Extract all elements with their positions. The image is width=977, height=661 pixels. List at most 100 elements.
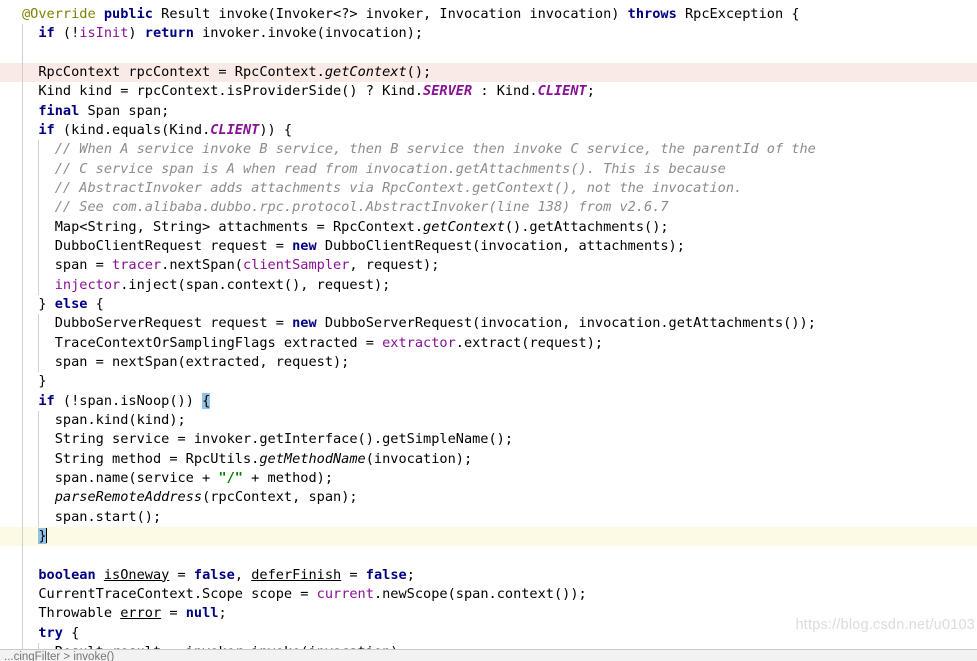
token-plain: Result invoke(Invoker<?> invoker, Invoca…: [152, 6, 628, 22]
code-line[interactable]: // C service span is A when read from in…: [0, 159, 977, 179]
code-line-text: TraceContextOrSamplingFlags extracted = …: [0, 334, 603, 353]
code-line[interactable]: String service = invoker.getInterface().…: [0, 430, 977, 450]
token-plain: span.start();: [22, 508, 162, 525]
code-lines-container[interactable]: @Override public Result invoke(Invoker<?…: [0, 0, 977, 649]
code-line-text: try {: [0, 624, 79, 643]
token-plain: DubboServerRequest(invocation, invocatio…: [316, 315, 816, 332]
token-kw: throws: [627, 6, 677, 22]
token-plain: }: [22, 373, 47, 390]
token-plain: DubboClientRequest(invocation, attachmen…: [316, 237, 685, 254]
code-line[interactable]: }: [0, 526, 977, 547]
code-line[interactable]: injector.inject(span.context(), request)…: [0, 275, 977, 295]
code-line[interactable]: if (kind.equals(Kind.CLIENT)) {: [0, 120, 977, 141]
token-kw: new: [292, 315, 317, 332]
code-line[interactable]: span.start();: [0, 507, 977, 527]
code-line-text: String service = invoker.getInterface().…: [0, 430, 513, 449]
token-plain: (kind.equals(Kind.: [54, 121, 211, 138]
token-plain: }: [22, 295, 55, 312]
code-line-text: // When A service invoke B service, then…: [0, 140, 816, 159]
token-plain: Map<String, String> attachments = RpcCon…: [22, 218, 424, 235]
code-line[interactable]: }: [0, 372, 977, 392]
code-line[interactable]: span.kind(kind);: [0, 410, 977, 431]
code-line-text: parseRemoteAddress(rpcContext, span);: [0, 488, 358, 507]
watermark-text: https://blog.csdn.net/u0103: [795, 617, 975, 633]
code-line[interactable]: span.name(service + "/" + method);: [0, 468, 977, 489]
token-kw: false: [193, 566, 235, 583]
code-line[interactable]: DubboClientRequest request = new DubboCl…: [0, 236, 977, 257]
token-plain: .inject(span.context(), request);: [120, 276, 391, 293]
token-ann: @Override: [22, 6, 96, 22]
code-line[interactable]: if (!isInit) return invoker.invoke(invoc…: [0, 24, 977, 44]
code-editor[interactable]: @Override public Result invoke(Invoker<?…: [0, 0, 977, 649]
token-plain: ;: [406, 566, 415, 583]
token-stm: getContext: [423, 218, 505, 235]
token-cmt: // See com.alibaba.dubbo.rpc.protocol.Ab…: [22, 199, 669, 216]
token-plain: ,: [234, 566, 252, 583]
token-kw: new: [292, 237, 317, 254]
token-plain: RpcException {: [676, 6, 800, 22]
indent-guide: [22, 43, 23, 63]
code-line-text: span.start();: [0, 508, 161, 527]
token-kw: if: [38, 121, 55, 138]
code-line[interactable]: [0, 546, 977, 566]
code-line[interactable]: [0, 43, 977, 63]
token-und: isOneway: [103, 566, 170, 583]
token-kw: final: [38, 102, 80, 119]
token-plain: ): [128, 25, 145, 42]
code-line[interactable]: DubboServerRequest request = new DubboSe…: [0, 314, 977, 334]
code-line[interactable]: final Span span;: [0, 101, 977, 121]
code-line[interactable]: } else {: [0, 294, 977, 315]
code-line[interactable]: Map<String, String> attachments = RpcCon…: [0, 217, 977, 237]
token-plain: String method = RpcUtils.: [22, 450, 260, 467]
token-fld: clientSampler: [242, 257, 350, 274]
code-line-text: if (kind.equals(Kind.CLIENT)) {: [0, 121, 292, 140]
code-line[interactable]: // When A service invoke B service, then…: [0, 140, 977, 160]
code-line[interactable]: parseRemoteAddress(rpcContext, span);: [0, 488, 977, 508]
token-plain: TraceContextOrSamplingFlags extracted =: [22, 334, 383, 351]
code-line-text: CurrentTraceContext.Scope scope = curren…: [0, 585, 586, 604]
code-line[interactable]: CurrentTraceContext.Scope scope = curren…: [0, 584, 977, 605]
token-plain: span.kind(kind);: [22, 411, 186, 428]
token-stat: CLIENT: [210, 121, 260, 138]
token-cmt: // C service span is A when read from in…: [22, 160, 726, 177]
token-plain: : Kind.: [472, 83, 538, 100]
code-line[interactable]: if (!span.isNoop()) {: [0, 391, 977, 411]
code-line[interactable]: @Override public Result invoke(Invoker<?…: [0, 5, 977, 24]
code-line[interactable]: span = tracer.nextSpan(clientSampler, re…: [0, 256, 977, 276]
token-plain: =: [169, 566, 194, 583]
code-line-text: span = tracer.nextSpan(clientSampler, re…: [0, 256, 440, 275]
token-plain: , request);: [349, 257, 440, 274]
token-plain: ;: [586, 83, 595, 100]
code-line-text: span = nextSpan(extracted, request);: [0, 353, 350, 372]
token-plain: CurrentTraceContext.Scope scope =: [22, 585, 317, 602]
token-plain: =: [161, 605, 186, 622]
code-line[interactable]: // See com.alibaba.dubbo.rpc.protocol.Ab…: [0, 198, 977, 218]
token-stm: getMethodName: [259, 450, 366, 467]
token-kw: false: [365, 566, 407, 583]
code-line[interactable]: span = nextSpan(extracted, request);: [0, 352, 977, 373]
indent-guide: [22, 546, 23, 566]
token-kw: try: [38, 624, 63, 641]
code-line[interactable]: boolean isOneway = false, deferFinish = …: [0, 565, 977, 585]
code-line[interactable]: RpcContext rpcContext = RpcContext.getCo…: [0, 62, 977, 83]
token-plain: invoker.invoke(invocation);: [193, 25, 424, 42]
token-fld: injector: [54, 276, 121, 293]
token-plain: Throwable: [22, 605, 121, 622]
code-line[interactable]: // AbstractInvoker adds attachments via …: [0, 178, 977, 199]
token-plain: DubboClientRequest request =: [22, 237, 293, 254]
token-kw: public: [103, 6, 153, 22]
token-brace-hl: {: [202, 392, 211, 409]
code-line-text: } else {: [0, 295, 104, 314]
breadcrumb[interactable]: ...cingFilter > invoke(): [4, 651, 114, 661]
code-line[interactable]: TraceContextOrSamplingFlags extracted = …: [0, 333, 977, 353]
token-stat: SERVER: [423, 83, 473, 100]
token-plain: Kind kind = rpcContext.isProviderSide() …: [22, 83, 424, 100]
code-line[interactable]: String method = RpcUtils.getMethodName(i…: [0, 449, 977, 469]
token-cmt: // AbstractInvoker adds attachments via …: [22, 179, 743, 196]
code-line[interactable]: Kind kind = rpcContext.isProviderSide() …: [0, 82, 977, 102]
breadcrumb-bar[interactable]: ...cingFilter > invoke(): [0, 649, 977, 661]
